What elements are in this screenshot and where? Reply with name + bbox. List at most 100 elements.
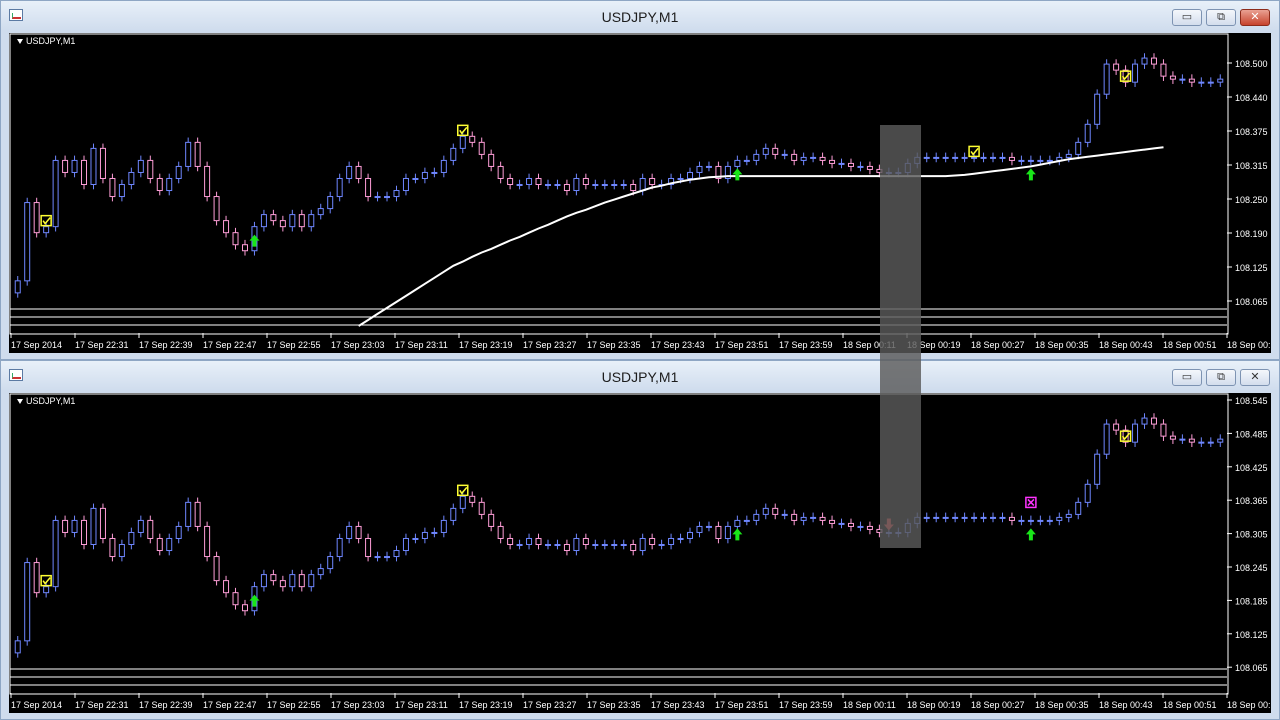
candle-body bbox=[923, 516, 930, 519]
candle-body bbox=[810, 156, 817, 159]
candle-body bbox=[705, 525, 712, 528]
time-tick-label: 17 Sep 22:55 bbox=[267, 700, 321, 710]
time-tick-label: 17 Sep 22:47 bbox=[203, 700, 257, 710]
candle-body bbox=[317, 568, 324, 576]
candle-body bbox=[204, 525, 211, 558]
candle-body bbox=[289, 214, 296, 228]
candle-body bbox=[526, 537, 533, 546]
candle-body bbox=[544, 184, 551, 187]
plot-frame bbox=[9, 33, 1229, 335]
candle-body bbox=[62, 519, 69, 533]
candle-body bbox=[1094, 453, 1101, 485]
candle-body bbox=[857, 525, 864, 528]
candle-body bbox=[90, 147, 97, 186]
time-tick-label: 17 Sep 22:39 bbox=[139, 340, 193, 350]
candle-body bbox=[260, 214, 267, 228]
candle-body bbox=[308, 574, 315, 588]
candle-body bbox=[327, 556, 334, 570]
candle-body bbox=[99, 507, 106, 539]
chart-plot-area[interactable]: USDJPY,M1 108.500 108.440 108.375 108.315 10… bbox=[9, 33, 1271, 353]
candle-body bbox=[961, 516, 968, 519]
candle-body bbox=[497, 525, 504, 539]
candle-body bbox=[469, 495, 476, 503]
candle-body bbox=[544, 544, 551, 547]
candle-body bbox=[421, 171, 428, 179]
time-tick-label: 17 Sep 2014 bbox=[11, 340, 62, 350]
restore-button[interactable]: ⧉ bbox=[1206, 9, 1236, 26]
candle-body bbox=[497, 165, 504, 179]
time-tick-label: 17 Sep 23:35 bbox=[587, 700, 641, 710]
candle-body bbox=[1179, 438, 1186, 441]
time-tick-label: 17 Sep 23:19 bbox=[459, 700, 513, 710]
candle-body bbox=[923, 156, 930, 159]
candle-body bbox=[762, 507, 769, 515]
candle-body bbox=[800, 156, 807, 161]
window-titlebar[interactable]: USDJPY,M1 ▭ ⧉ ✕ bbox=[1, 361, 1279, 391]
window-title: USDJPY,M1 bbox=[601, 369, 679, 385]
candle-body bbox=[516, 544, 523, 547]
candle-body bbox=[781, 153, 788, 156]
candle-body bbox=[1132, 423, 1139, 443]
moving-average-line bbox=[358, 146, 1164, 327]
candle-body bbox=[52, 159, 59, 228]
candle-body bbox=[1160, 63, 1167, 77]
price-tick-label: 108.125 bbox=[1235, 263, 1268, 273]
candle-body bbox=[298, 214, 305, 228]
candle-body bbox=[270, 214, 277, 222]
chart-window-bottom: USDJPY,M1 ▭ ⧉ ✕ USDJPY,M1 108.545 108.485… bbox=[0, 360, 1280, 720]
candle-body bbox=[118, 544, 125, 558]
candle-body bbox=[838, 162, 845, 165]
candle-body bbox=[658, 544, 665, 547]
plot-frame bbox=[9, 393, 1229, 695]
candle-body bbox=[43, 226, 50, 234]
candle-body bbox=[999, 516, 1006, 519]
candle-body bbox=[1037, 159, 1044, 162]
candle-body bbox=[384, 556, 391, 559]
candle-body bbox=[33, 202, 40, 234]
close-button[interactable]: ✕ bbox=[1240, 9, 1270, 26]
minimize-button[interactable]: ▭ bbox=[1172, 369, 1202, 386]
candle-body bbox=[393, 190, 400, 198]
window-titlebar[interactable]: USDJPY,M1 ▭ ⧉ ✕ bbox=[1, 1, 1279, 31]
candle-body bbox=[156, 537, 163, 552]
candle-body bbox=[1046, 159, 1053, 162]
close-button[interactable]: ✕ bbox=[1240, 369, 1270, 386]
candle-body bbox=[431, 531, 438, 534]
restore-button[interactable]: ⧉ bbox=[1206, 369, 1236, 386]
candle-body bbox=[696, 525, 703, 533]
price-tick-label: 108.425 bbox=[1235, 463, 1268, 473]
time-tick-label: 17 Sep 23:51 bbox=[715, 700, 769, 710]
chart-plot-area[interactable]: USDJPY,M1 108.545 108.485 108.425 108.365 10… bbox=[9, 393, 1271, 713]
time-tick-label: 17 Sep 22:47 bbox=[203, 340, 257, 350]
time-tick-label: 17 Sep 23:03 bbox=[331, 340, 385, 350]
candle-body bbox=[213, 196, 220, 222]
candle-body bbox=[346, 525, 353, 539]
check-mark-icon bbox=[42, 217, 51, 225]
candle-body bbox=[857, 165, 864, 168]
candle-body bbox=[781, 513, 788, 516]
candle-body bbox=[241, 244, 248, 252]
candle-body bbox=[734, 159, 741, 167]
candle-body bbox=[52, 519, 59, 588]
candle-body bbox=[1141, 57, 1148, 65]
candle-body bbox=[384, 196, 391, 199]
price-chart[interactable]: 108.545 108.485 108.425 108.365 108.305 108.2… bbox=[9, 393, 1271, 713]
time-tick-label: 17 Sep 23:35 bbox=[587, 340, 641, 350]
candle-body bbox=[336, 177, 343, 198]
time-tick-label: 18 Sep 00:35 bbox=[1035, 340, 1089, 350]
price-tick-label: 108.185 bbox=[1235, 596, 1268, 606]
candle-body bbox=[109, 177, 116, 198]
buy-arrow-icon bbox=[1025, 168, 1036, 181]
minimize-button[interactable]: ▭ bbox=[1172, 9, 1202, 26]
candle-body bbox=[1132, 63, 1139, 83]
time-tick-label: 17 Sep 23:51 bbox=[715, 340, 769, 350]
time-tick-label: 17 Sep 23:11 bbox=[395, 700, 448, 710]
buy-arrow-icon bbox=[249, 594, 260, 607]
candle-body bbox=[317, 208, 324, 216]
candle-body bbox=[668, 537, 675, 546]
price-tick-label: 108.125 bbox=[1235, 630, 1268, 640]
candle-body bbox=[128, 171, 135, 186]
candle-body bbox=[639, 537, 646, 552]
candle-body bbox=[478, 501, 485, 515]
price-chart[interactable]: 108.500 108.440 108.375 108.315 108.250 108.1… bbox=[9, 33, 1271, 353]
